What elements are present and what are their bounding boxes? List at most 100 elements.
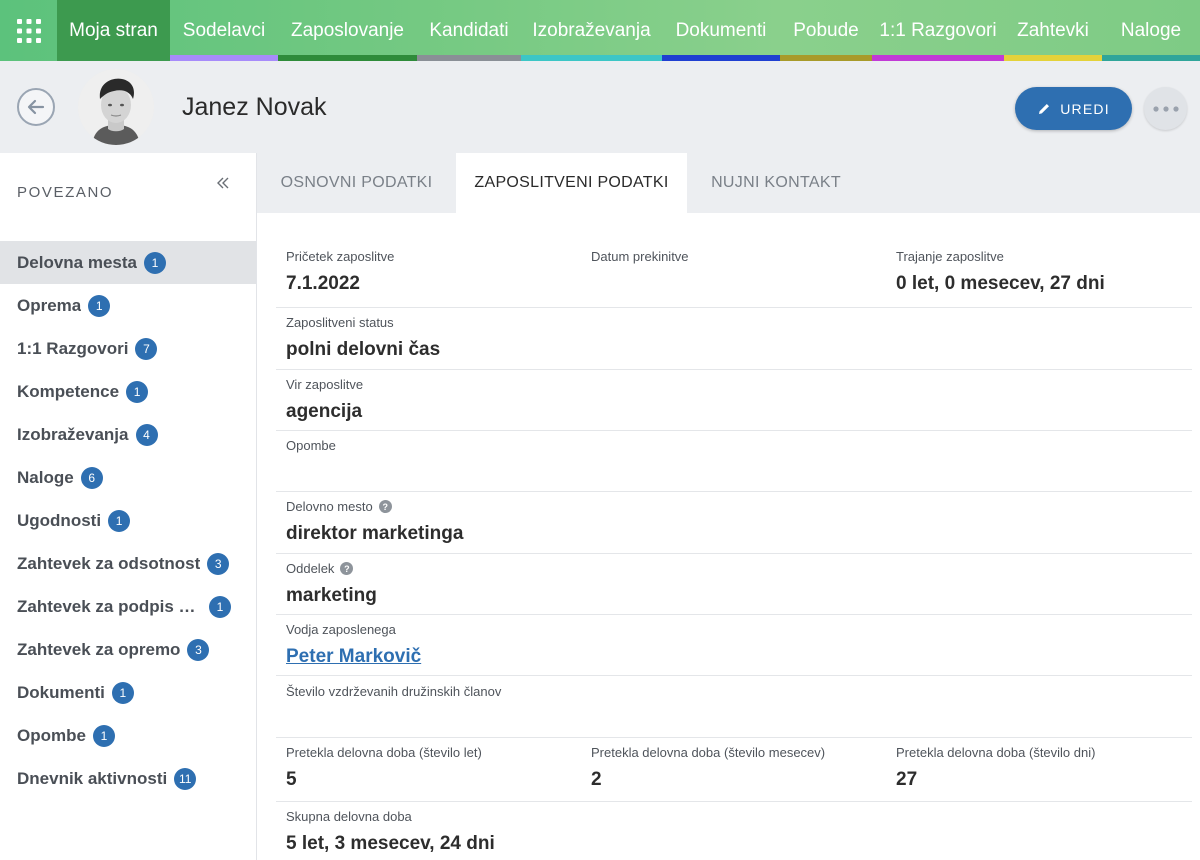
nav-zaposlovanje[interactable]: Zaposlovanje xyxy=(278,0,417,61)
sidebar-item-delovna-mesta[interactable]: Delovna mesta 1 xyxy=(0,241,256,284)
sidebar-item-label: Dnevnik aktivnosti xyxy=(17,768,168,788)
field-label: Skupna delovna doba xyxy=(286,809,412,824)
help-icon[interactable]: ? xyxy=(378,500,392,513)
sidebar-item-label: Opombe xyxy=(17,725,86,745)
sidebar-item-izobrazevanja[interactable]: Izobraževanja 4 xyxy=(0,413,256,456)
count-badge: 6 xyxy=(80,466,103,489)
field-dependents: Število vzdrževanih družinskih članov xyxy=(286,684,501,708)
count-badge: 11 xyxy=(174,767,197,790)
nav-razgovori[interactable]: 1:1 Razgovori xyxy=(872,0,1004,61)
field-label: Pričetek zaposlitve xyxy=(286,249,395,264)
more-options-button[interactable] xyxy=(1144,87,1187,130)
sidebar-item-label: Dokumenti xyxy=(17,682,105,702)
tab-label: ZAPOSLITVENI PODATKI xyxy=(474,174,669,191)
count-badge: 1 xyxy=(92,724,115,747)
collapse-sidebar-button[interactable] xyxy=(213,173,233,193)
tab-label: OSNOVNI PODATKI xyxy=(280,174,433,191)
sidebar-item-label: Izobraževanja xyxy=(17,424,129,444)
field-label: Delovno mesto xyxy=(286,499,373,514)
sidebar-item-oprema[interactable]: Oprema 1 xyxy=(0,284,256,327)
field-label: Zaposlitveni status xyxy=(286,315,394,330)
field-row: Število vzdrževanih družinskih članov xyxy=(276,684,1192,738)
sidebar-item-label: Zahtevek za odsotnost xyxy=(17,553,201,573)
field-start-date: Pričetek zaposlitve 7.1.2022 xyxy=(286,249,394,295)
sidebar-item-naloge[interactable]: Naloge 6 xyxy=(0,456,256,499)
sidebar-item-label: Zahtevek za opremo xyxy=(17,639,181,659)
nav-label: Moja stran xyxy=(69,19,158,41)
tab-nujni-kontakt[interactable]: NUJNI KONTAKT xyxy=(687,153,865,213)
count-badge: 4 xyxy=(135,423,158,446)
field-row: Delovno mesto ? direktor marketinga xyxy=(276,499,1192,554)
field-exp-days: Pretekla delovna doba (število dni) 27 xyxy=(896,745,1095,791)
sidebar-item-zahtevek-oprema[interactable]: Zahtevek za opremo 3 xyxy=(0,628,256,671)
count-badge: 1 xyxy=(126,380,149,403)
field-label-wrap: Delovno mesto ? xyxy=(286,499,463,514)
field-value: 7.1.2022 xyxy=(286,273,360,294)
nav-moja-stran[interactable]: Moja stran xyxy=(57,0,170,61)
tab-osnovni-podatki[interactable]: OSNOVNI PODATKI xyxy=(257,153,456,213)
sidebar-item-razgovori[interactable]: 1:1 Razgovori 7 xyxy=(0,327,256,370)
sidebar-item-dnevnik[interactable]: Dnevnik aktivnosti 11 xyxy=(0,757,256,800)
sidebar-item-label: Oprema xyxy=(17,295,82,315)
nav-label: Kandidati xyxy=(429,19,509,41)
field-department: Oddelek ? marketing xyxy=(286,561,377,607)
field-label: Oddelek xyxy=(286,561,335,576)
count-badge: 3 xyxy=(207,552,230,575)
field-label: Pretekla delovna doba (število dni) xyxy=(896,745,1096,760)
field-exp-months: Pretekla delovna doba (število mesecev) … xyxy=(591,745,825,791)
sidebar-item-opombe[interactable]: Opombe 1 xyxy=(0,714,256,757)
arrow-left-icon xyxy=(27,99,45,115)
sidebar-item-label: Kompetence xyxy=(17,381,120,401)
top-navigation: Moja stran Sodelavci Zaposlovanje Kandid… xyxy=(0,0,1200,61)
field-label: Opombe xyxy=(286,438,336,453)
count-badge: 7 xyxy=(135,337,158,360)
more-dots-icon xyxy=(1152,105,1179,112)
field-label: Pretekla delovna doba (število let) xyxy=(286,745,482,760)
field-label: Vir zaposlitve xyxy=(286,377,364,392)
nav-label: Dokumenti xyxy=(675,19,767,41)
sidebar-item-ugodnosti[interactable]: Ugodnosti 1 xyxy=(0,499,256,542)
sidebar-item-zahtevek-podpis[interactable]: Zahtevek za podpis d... 1 xyxy=(0,585,256,628)
field-value: 5 xyxy=(286,769,297,790)
manager-link[interactable]: Peter Markovič xyxy=(286,646,421,668)
employment-details: Pričetek zaposlitve 7.1.2022 Datum preki… xyxy=(257,213,1200,860)
nav-zahtevki[interactable]: Zahtevki xyxy=(1004,0,1102,61)
nav-kandidati[interactable]: Kandidati xyxy=(417,0,521,61)
field-manager: Vodja zaposlenega Peter Markovič xyxy=(286,622,421,668)
sidebar-item-label: 1:1 Razgovori xyxy=(17,338,129,358)
field-row: Skupna delovna doba 5 let, 3 mesecev, 24… xyxy=(276,809,1192,860)
related-sidebar: POVEZANO Delovna mesta 1 Oprema 1 1:1 Razg… xyxy=(0,153,257,860)
field-label: Datum prekinitve xyxy=(591,249,689,264)
field-status: Zaposlitveni status polni delovni čas xyxy=(286,315,440,361)
field-value: marketing xyxy=(286,585,377,606)
nav-pobude[interactable]: Pobude xyxy=(780,0,872,61)
edit-button[interactable]: UREDI xyxy=(1015,87,1132,130)
nav-naloge[interactable]: Naloge xyxy=(1102,0,1200,61)
field-value: 2 xyxy=(591,769,602,790)
nav-sodelavci[interactable]: Sodelavci xyxy=(170,0,278,61)
field-source: Vir zaposlitve agencija xyxy=(286,377,363,423)
field-value: direktor marketinga xyxy=(286,523,464,544)
apps-grid-icon[interactable] xyxy=(0,0,57,61)
nav-label: Zaposlovanje xyxy=(290,19,405,41)
tab-zaposlitveni-podatki[interactable]: ZAPOSLITVENI PODATKI xyxy=(456,153,687,213)
nav-label: Izobraževanja xyxy=(532,19,651,41)
count-badge: 1 xyxy=(108,509,131,532)
sidebar-item-zahtevek-odsotnost[interactable]: Zahtevek za odsotnost 3 xyxy=(0,542,256,585)
nav-izobrazevanja[interactable]: Izobraževanja xyxy=(521,0,662,61)
sidebar-item-kompetence[interactable]: Kompetence 1 xyxy=(0,370,256,413)
nav-label: Naloge xyxy=(1120,19,1182,41)
back-button[interactable] xyxy=(17,88,55,126)
nav-dokumenti[interactable]: Dokumenti xyxy=(662,0,780,61)
sidebar-item-dokumenti[interactable]: Dokumenti 1 xyxy=(0,671,256,714)
sidebar-item-label: Delovna mesta xyxy=(17,252,137,272)
count-badge: 1 xyxy=(111,681,134,704)
field-row: Zaposlitveni status polni delovni čas xyxy=(276,315,1192,370)
nav-label: Pobude xyxy=(793,19,859,41)
field-position: Delovno mesto ? direktor marketinga xyxy=(286,499,463,545)
nav-label: 1:1 Razgovori xyxy=(879,19,997,41)
field-row: Vodja zaposlenega Peter Markovič xyxy=(276,622,1192,676)
help-icon[interactable]: ? xyxy=(340,562,354,575)
field-row: Pričetek zaposlitve 7.1.2022 Datum preki… xyxy=(276,249,1192,308)
edit-button-label: UREDI xyxy=(1060,100,1110,117)
